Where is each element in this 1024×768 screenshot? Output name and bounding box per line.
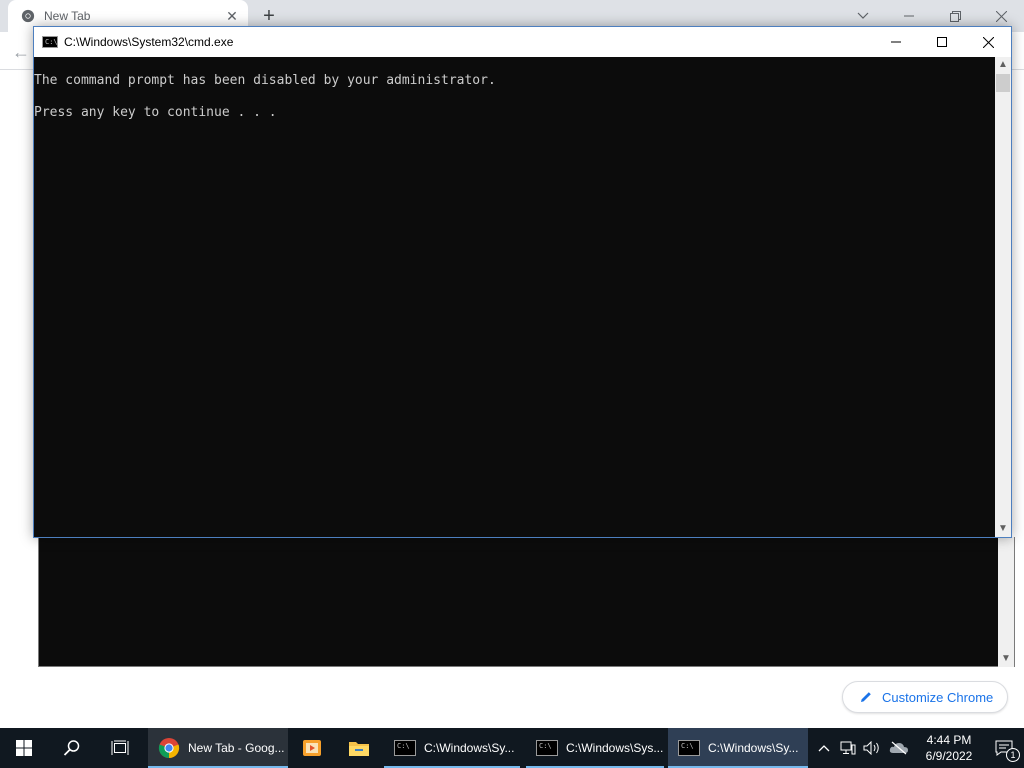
- cmd-maximize-button[interactable]: [919, 27, 965, 57]
- task-view-button[interactable]: [96, 728, 144, 768]
- chevron-up-icon: [818, 745, 830, 752]
- cmd-icon: C:\: [394, 740, 416, 756]
- cmd-titlebar[interactable]: C:\ C:\Windows\System32\cmd.exe: [34, 27, 1011, 57]
- cmd-icon: C:\: [536, 740, 558, 756]
- show-hidden-icons-button[interactable]: [812, 728, 836, 768]
- taskbar-app-cmd-1[interactable]: C:\ C:\Windows\Sy...: [384, 728, 520, 768]
- scrollbar-thumb[interactable]: [996, 74, 1010, 92]
- taskbar: New Tab - Goog... C:\ C:\Windows\Sy... C…: [0, 728, 1024, 768]
- media-player-icon: [303, 740, 321, 756]
- cmd-icon[interactable]: C:\: [42, 36, 58, 48]
- scroll-down-icon[interactable]: ▼: [998, 653, 1014, 665]
- clock[interactable]: 4:44 PM 6/9/2022: [914, 728, 984, 768]
- clock-time: 4:44 PM: [926, 733, 972, 747]
- cmd-icon-text: C:\: [539, 742, 552, 750]
- system-tray: 4:44 PM 6/9/2022 1: [812, 728, 1024, 768]
- network-icon[interactable]: [836, 728, 860, 768]
- search-icon: [63, 740, 80, 756]
- background-console-scrollbar[interactable]: ▼: [998, 537, 1014, 667]
- customize-chrome-button[interactable]: Customize Chrome: [842, 681, 1008, 713]
- back-arrow-icon[interactable]: ←: [12, 42, 32, 62]
- cmd-window: C:\ C:\Windows\System32\cmd.exe The comm…: [33, 26, 1012, 538]
- chrome-icon: [158, 738, 180, 759]
- console-line-press-any-key: Press any key to continue . . .: [34, 105, 277, 120]
- taskbar-app-cmd-2[interactable]: C:\ C:\Windows\Sys...: [526, 728, 664, 768]
- chrome-tab-title: New Tab: [44, 9, 91, 23]
- console-line-disabled-message: The command prompt has been disabled by …: [34, 73, 496, 88]
- taskbar-app-label: C:\Windows\Sy...: [708, 741, 799, 755]
- action-center-button[interactable]: 1: [984, 728, 1024, 768]
- file-explorer-icon: [349, 742, 369, 756]
- cmd-console-output[interactable]: The command prompt has been disabled by …: [34, 57, 995, 537]
- taskbar-app-label: C:\Windows\Sy...: [424, 741, 515, 755]
- taskbar-app-label: New Tab - Goog...: [188, 741, 285, 755]
- scroll-down-icon[interactable]: ▼: [995, 523, 1011, 535]
- cmd-icon-text: C:\: [45, 38, 58, 46]
- cmd-window-title: C:\Windows\System32\cmd.exe: [64, 35, 234, 49]
- notification-count-badge: 1: [1006, 748, 1020, 762]
- cmd-icon-text: C:\: [397, 742, 410, 750]
- customize-chrome-label: Customize Chrome: [882, 689, 994, 705]
- taskbar-app-label: C:\Windows\Sys...: [566, 741, 664, 755]
- tab-close-icon[interactable]: ✕: [224, 8, 240, 24]
- taskbar-app-cmd-3-active[interactable]: C:\ C:\Windows\Sy...: [668, 728, 808, 768]
- task-view-icon: [111, 740, 129, 755]
- cmd-window-controls: [873, 27, 1011, 57]
- taskbar-app-media-player[interactable]: [290, 728, 334, 768]
- volume-icon[interactable]: [860, 728, 884, 768]
- chrome-favicon-icon: [21, 9, 35, 23]
- taskbar-app-file-explorer[interactable]: [336, 728, 382, 768]
- background-console-window: ▼: [38, 537, 1015, 667]
- onedrive-offline-icon[interactable]: [884, 728, 914, 768]
- cmd-icon: C:\: [678, 740, 700, 756]
- windows-logo-icon: [16, 740, 32, 756]
- cmd-close-button[interactable]: [965, 27, 1011, 57]
- search-button[interactable]: [48, 728, 96, 768]
- cmd-minimize-button[interactable]: [873, 27, 919, 57]
- cmd-vertical-scrollbar[interactable]: ▲ ▼: [995, 57, 1011, 537]
- taskbar-app-chrome[interactable]: New Tab - Goog...: [148, 728, 288, 768]
- pencil-icon: [861, 692, 871, 702]
- chrome-page-edge: [1010, 100, 1024, 160]
- new-tab-button[interactable]: +: [258, 5, 280, 27]
- cmd-icon-text: C:\: [681, 742, 694, 750]
- scroll-up-icon[interactable]: ▲: [995, 59, 1011, 71]
- start-button[interactable]: [0, 728, 48, 768]
- clock-date: 6/9/2022: [925, 749, 973, 763]
